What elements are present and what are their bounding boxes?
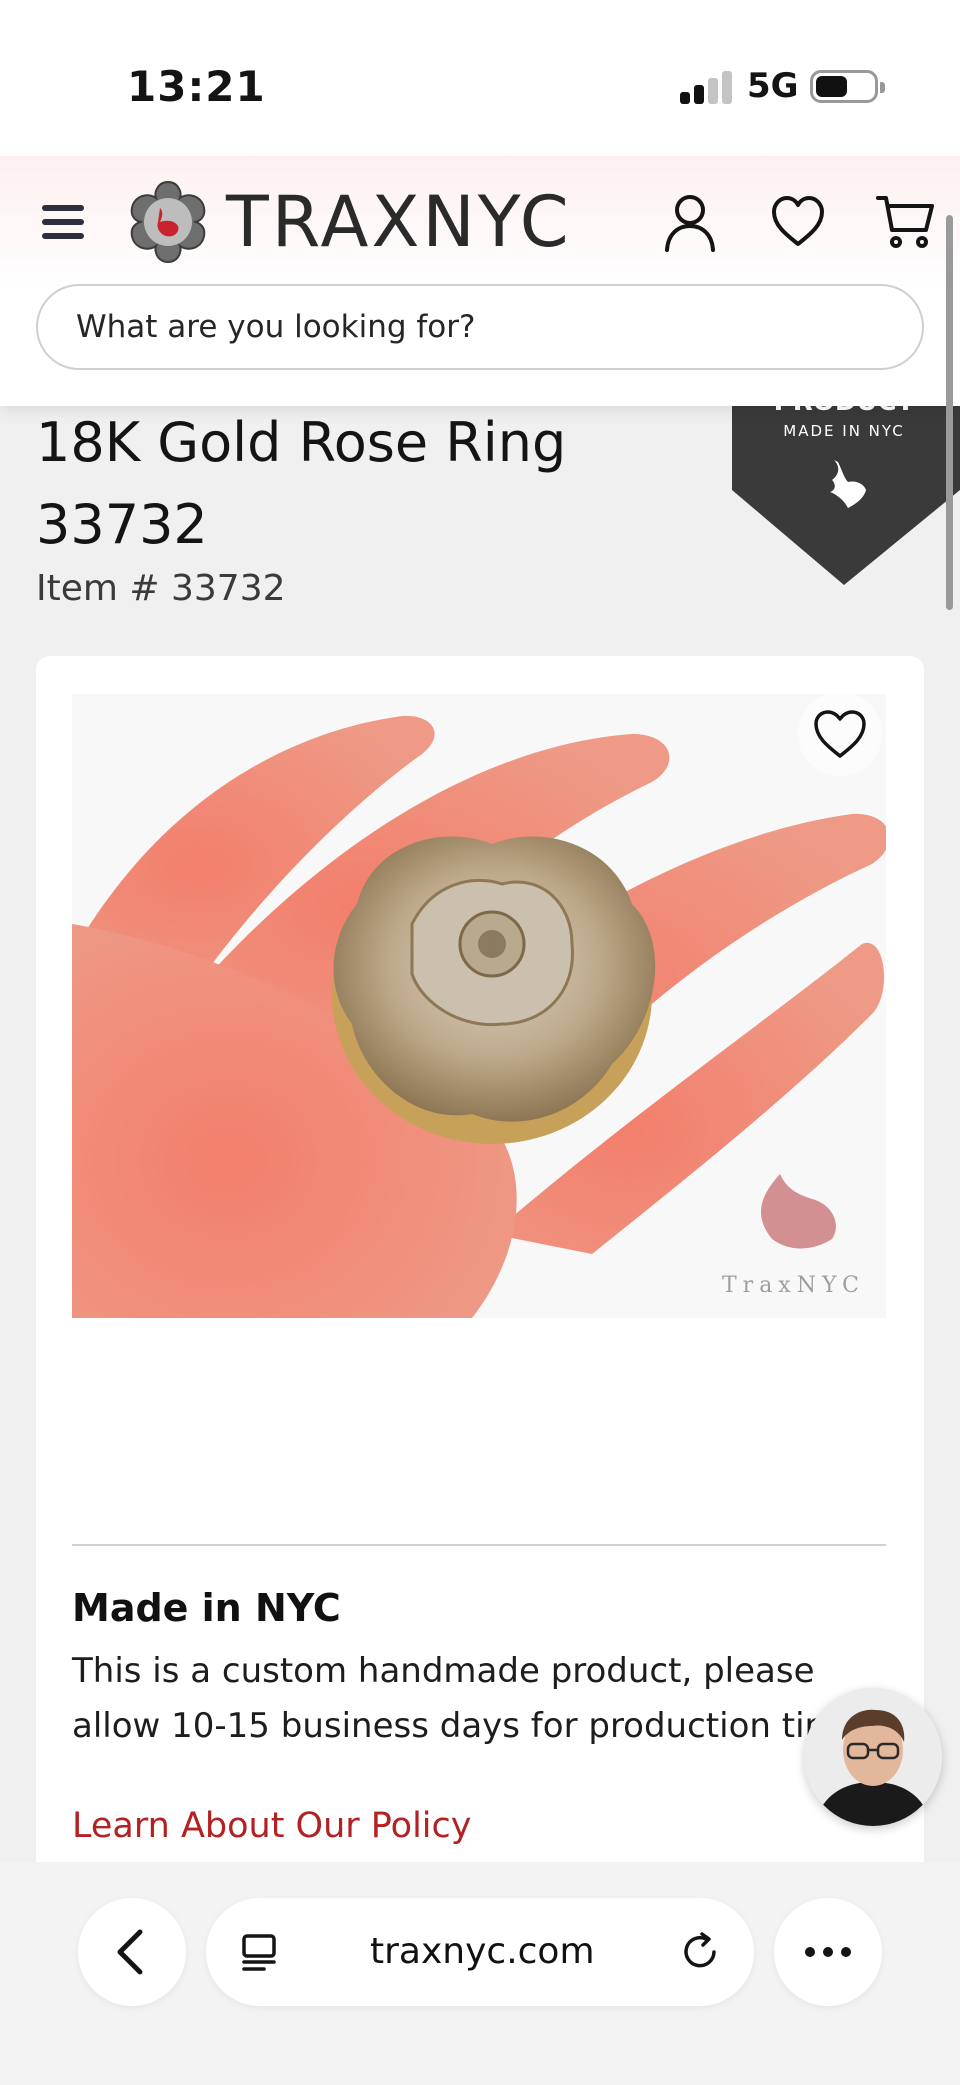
chat-agent-avatar[interactable]	[804, 1688, 942, 1826]
wishlist-heart-icon[interactable]	[766, 190, 830, 254]
brand-name: TRAXNYC	[226, 181, 572, 263]
policy-link[interactable]: Learn About Our Policy	[72, 1806, 471, 1846]
menu-icon[interactable]	[38, 202, 88, 242]
cart-icon[interactable]	[874, 190, 938, 254]
browser-toolbar: traxnyc.com	[0, 1862, 960, 2085]
status-time: 13:21	[127, 62, 266, 111]
ellipsis-icon	[805, 1947, 851, 1957]
brand-logo[interactable]: TRAXNYC	[124, 178, 572, 266]
status-bar: 13:21 5G	[0, 0, 960, 156]
address-bar[interactable]: traxnyc.com	[206, 1898, 754, 2006]
section-divider	[72, 1544, 886, 1546]
search-input[interactable]	[76, 304, 876, 350]
url-text: traxnyc.com	[370, 1931, 595, 1972]
page-scrollbar[interactable]	[946, 215, 953, 610]
network-type: 5G	[747, 66, 799, 106]
account-icon[interactable]	[658, 190, 722, 254]
agent-portrait-icon	[804, 1688, 942, 1826]
notice-title: Made in NYC	[72, 1586, 341, 1630]
product-card: TraxNYC Made in NYC This is a custom han…	[36, 656, 924, 1996]
battery-icon	[810, 70, 885, 103]
site-header: TRAXNYC	[0, 156, 960, 406]
signal-icon	[680, 70, 732, 104]
product-photo-illustration: TraxNYC	[72, 694, 886, 1318]
search-bar[interactable]	[36, 284, 924, 370]
product-title: 18K Gold Rose Ring 33732	[36, 411, 567, 556]
made-in-nyc-badge: PRODUCT MADE IN NYC	[732, 400, 960, 585]
image-watermark: TraxNYC	[722, 1273, 865, 1298]
item-number: Item # 33732	[36, 568, 286, 609]
product-image[interactable]: TraxNYC	[72, 694, 886, 1318]
add-to-wishlist-heart-icon[interactable]	[798, 692, 882, 776]
reload-icon[interactable]	[676, 1928, 724, 1976]
page-menu-icon[interactable]	[236, 1928, 284, 1976]
notice-body: This is a custom handmade product, pleas…	[72, 1651, 870, 1746]
logo-emblem-icon	[130, 180, 206, 264]
more-options-button[interactable]	[774, 1898, 882, 2006]
back-button[interactable]	[78, 1898, 186, 2006]
badge-line2: MADE IN NYC	[783, 422, 904, 440]
chevron-left-icon	[117, 1929, 143, 1975]
